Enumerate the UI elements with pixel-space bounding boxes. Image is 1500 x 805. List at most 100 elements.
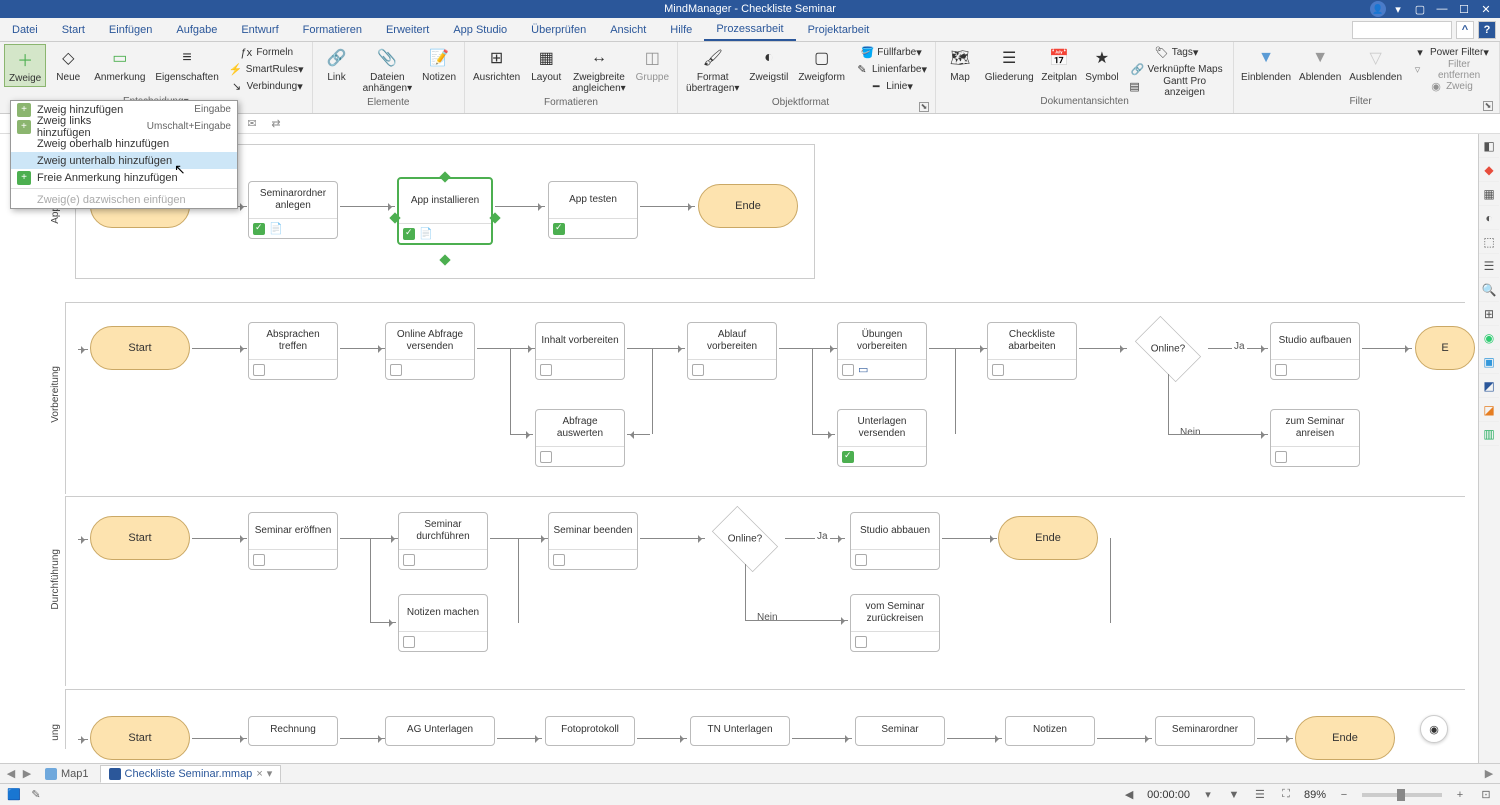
node-unterlagen-versenden[interactable]: Unterlagen versenden [837, 409, 927, 467]
timer-menu-icon[interactable]: ▾ [1200, 787, 1216, 803]
collapse-ribbon-icon[interactable]: ^ [1456, 21, 1474, 39]
menu-tab-icon[interactable]: ▾ [267, 767, 273, 780]
dd-zweig-unterhalb[interactable]: Zweig unterhalb hinzufügen [11, 152, 237, 169]
node-checkliste[interactable]: Checkliste abarbeiten [987, 322, 1077, 380]
node-online-decision-2[interactable]: Online? [705, 514, 785, 564]
rt-icon-10[interactable]: ▣ [1479, 350, 1499, 374]
rt-icon-13[interactable]: ▥ [1479, 422, 1499, 446]
zweigstil-button[interactable]: ◐Zweigstil [745, 44, 792, 85]
node-ag-unterlagen[interactable]: AG Unterlagen [385, 716, 495, 746]
rt-icon-12[interactable]: ◪ [1479, 398, 1499, 422]
ausblenden-button[interactable]: ▽Ausblenden [1346, 44, 1404, 85]
close-icon[interactable]: ✕ [1476, 1, 1496, 17]
notizen-button[interactable]: 📝Notizen [418, 44, 460, 85]
linienfarbe-button[interactable]: ✎Linienfarbe▾ [851, 61, 931, 78]
dropdown-icon[interactable]: ⇄ [268, 116, 284, 132]
zweigform-button[interactable]: ▢Zweigform [794, 44, 849, 85]
tab-prozessarbeit[interactable]: Prozessarbeit [704, 18, 795, 41]
doc-tab-checkliste[interactable]: Checkliste Seminar.mmap×▾ [100, 765, 282, 783]
eigenschaften-button[interactable]: ≡ Eigenschaften [151, 44, 222, 85]
smartrules-button[interactable]: ⚡SmartRules▾ [225, 61, 308, 78]
node-zum-seminar[interactable]: zum Seminar anreisen [1270, 409, 1360, 467]
node-uebungen[interactable]: Übungen vorbereiten ▭ [837, 322, 927, 380]
node-studio-abbauen[interactable]: Studio abbauen [850, 512, 940, 570]
rt-icon-3[interactable]: ▦ [1479, 182, 1499, 206]
tags-button[interactable]: 🏷Tags▾ [1124, 44, 1229, 61]
node-fotoprotokoll[interactable]: Fotoprotokoll [545, 716, 635, 746]
mail-icon[interactable]: ✉ [244, 116, 260, 132]
filter-launcher[interactable]: ⬊ [1483, 101, 1493, 111]
rt-icon-9[interactable]: ◉ [1479, 326, 1499, 350]
ablenden-button[interactable]: ▼Ablenden [1296, 44, 1344, 85]
rt-icon-5[interactable]: ⬚ [1479, 230, 1499, 254]
rt-icon-2[interactable]: ◆ [1479, 158, 1499, 182]
rt-icon-6[interactable]: ☰ [1479, 254, 1499, 278]
zoom-out-icon[interactable]: − [1336, 787, 1352, 803]
node-seminar-nach[interactable]: Seminar [855, 716, 945, 746]
tab-datei[interactable]: Datei [0, 18, 50, 41]
zeitplan-button[interactable]: 📅Zeitplan [1038, 44, 1080, 85]
up-icon[interactable]: ▾ [1388, 1, 1408, 17]
node-seminarordner[interactable]: Seminarordner anlegen 📄 [248, 181, 338, 239]
node-studio-aufbauen[interactable]: Studio aufbauen [1270, 322, 1360, 380]
close-tab-icon[interactable]: × [256, 768, 262, 780]
timer-prev-icon[interactable]: ◀ [1121, 787, 1137, 803]
zoom-slider[interactable] [1362, 793, 1442, 797]
format-uebertragen-button[interactable]: 🖌Formatübertragen▾ [682, 44, 743, 96]
expand-icon[interactable]: ⛶ [1278, 787, 1294, 803]
dateien-button[interactable]: 📎Dateienanhängen▾ [359, 44, 417, 96]
search-input[interactable] [1352, 21, 1452, 39]
fuellfarbe-button[interactable]: 🪣Füllfarbe▾ [851, 44, 931, 61]
zoom-in-icon[interactable]: + [1452, 787, 1468, 803]
node-ablauf[interactable]: Ablauf vorbereiten [687, 322, 777, 380]
tab-appstudio[interactable]: App Studio [441, 18, 519, 41]
einblenden-button[interactable]: ▼Einblenden [1238, 44, 1294, 85]
node-ende-nach[interactable]: Ende [1295, 716, 1395, 760]
node-app-testen[interactable]: App testen [548, 181, 638, 239]
tab-projektarbeit[interactable]: Projektarbeit [796, 18, 882, 41]
restore-icon[interactable]: ▢ [1410, 1, 1430, 17]
dd-zweig-links[interactable]: +Zweig links hinzufügen Umschalt+Eingabe [11, 118, 237, 135]
tab-ansicht[interactable]: Ansicht [598, 18, 658, 41]
tab-scroll-right[interactable]: ▶ [1482, 767, 1496, 780]
linie-button[interactable]: ━Linie▾ [851, 78, 931, 95]
tab-ueberpruefen[interactable]: Überprüfen [519, 18, 598, 41]
user-icon[interactable]: 👤 [1370, 1, 1386, 17]
tab-start[interactable]: Start [50, 18, 97, 41]
tab-entwurf[interactable]: Entwurf [229, 18, 290, 41]
zweigbreite-button[interactable]: ↔Zweigbreiteangleichen▾ [568, 44, 629, 96]
sb-icon-1[interactable]: 🟦 [6, 787, 22, 803]
node-seminar-eroeffnen[interactable]: Seminar eröffnen [248, 512, 338, 570]
dd-zweig-oberhalb[interactable]: Zweig oberhalb hinzufügen [11, 135, 237, 152]
tab-prev[interactable]: ◀ [4, 767, 18, 780]
symbol-button[interactable]: ★Symbol [1082, 44, 1122, 85]
neue-button[interactable]: ◇ Neue [48, 44, 88, 85]
view-icon[interactable]: ☰ [1252, 787, 1268, 803]
maximize-icon[interactable]: ☐ [1454, 1, 1474, 17]
node-online-abfrage[interactable]: Online Abfrage versenden [385, 322, 475, 380]
node-tn-unterlagen[interactable]: TN Unterlagen [690, 716, 790, 746]
formeln-button[interactable]: ƒxFormeln [225, 44, 308, 61]
node-seminar-beenden[interactable]: Seminar beenden [548, 512, 638, 570]
node-seminarordner-nach[interactable]: Seminarordner [1155, 716, 1255, 746]
rt-icon-11[interactable]: ◩ [1479, 374, 1499, 398]
sb-icon-2[interactable]: ✎ [28, 787, 44, 803]
flowchart-canvas[interactable]: App Start Seminarordner anlegen 📄 App in… [0, 134, 1478, 763]
dd-freie-anmerkung[interactable]: +Freie Anmerkung hinzufügen [11, 169, 237, 186]
tab-formatieren[interactable]: Formatieren [291, 18, 374, 41]
node-online-decision-1[interactable]: Online? [1128, 324, 1208, 374]
node-inhalt[interactable]: Inhalt vorbereiten [535, 322, 625, 380]
tab-erweitert[interactable]: Erweitert [374, 18, 441, 41]
rt-icon-8[interactable]: ⊞ [1479, 302, 1499, 326]
tab-next[interactable]: ▶ [20, 767, 34, 780]
node-abfrage-auswerten[interactable]: Abfrage auswerten [535, 409, 625, 467]
tab-hilfe[interactable]: Hilfe [658, 18, 704, 41]
fit-icon[interactable]: ⊡ [1478, 787, 1494, 803]
node-notizen-machen[interactable]: Notizen machen [398, 594, 488, 652]
rt-icon-1[interactable]: ◧ [1479, 134, 1499, 158]
link-button[interactable]: 🔗Link [317, 44, 357, 85]
node-start-durch[interactable]: Start [90, 516, 190, 560]
map-button[interactable]: 🗺Map [940, 44, 980, 85]
node-start-nach[interactable]: Start [90, 716, 190, 760]
doc-tab-map1[interactable]: Map1 [36, 765, 98, 783]
